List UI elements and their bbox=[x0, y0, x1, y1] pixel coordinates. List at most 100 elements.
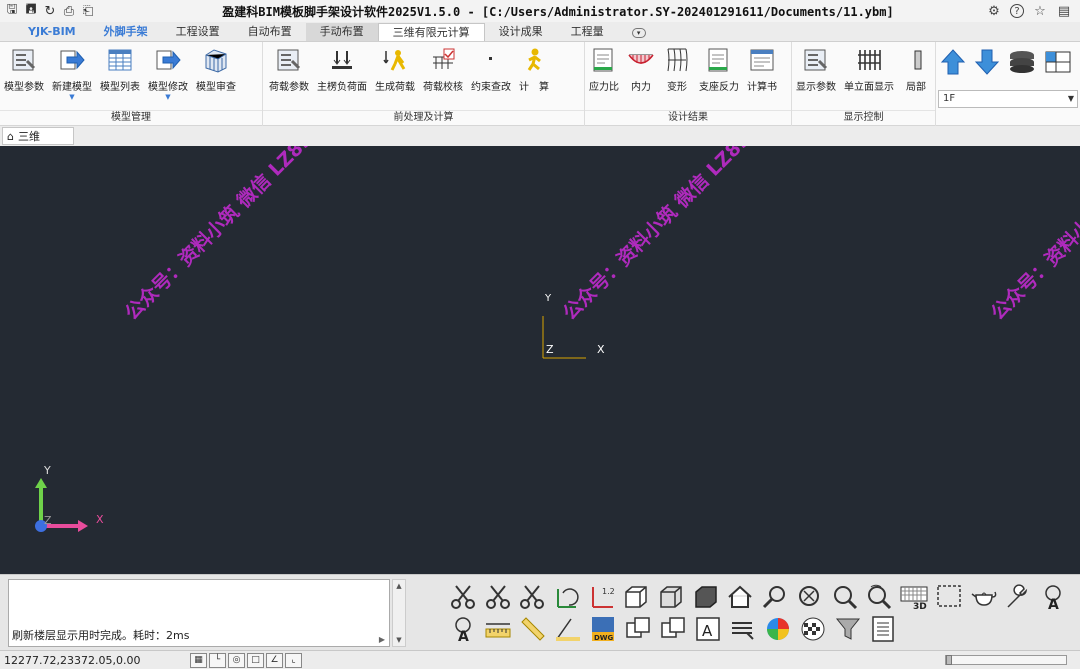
solid-cube-icon[interactable] bbox=[691, 582, 721, 612]
model-review-button[interactable]: 模型审查 bbox=[192, 46, 240, 93]
home-icon[interactable] bbox=[726, 582, 756, 612]
angle-icon[interactable] bbox=[553, 614, 583, 644]
zoom-slider[interactable] bbox=[945, 655, 1067, 665]
internal-force-button[interactable]: 内力 bbox=[623, 46, 659, 93]
refresh-icon[interactable]: ↻ bbox=[42, 3, 58, 19]
ruler-icon[interactable] bbox=[518, 614, 548, 644]
tab-design-results[interactable]: 设计成果 bbox=[485, 23, 557, 41]
tab-outer-scaffold[interactable]: 外脚手架 bbox=[90, 23, 162, 41]
all-floors-icon[interactable] bbox=[1008, 48, 1036, 79]
zoom-rect-icon[interactable] bbox=[760, 582, 790, 612]
list-icon[interactable] bbox=[868, 614, 898, 644]
print-icon[interactable]: ⎙ bbox=[61, 3, 77, 19]
help-icon[interactable]: ? bbox=[1010, 4, 1024, 18]
grid-toggle-icon[interactable]: ▦ bbox=[190, 652, 207, 668]
save-icon[interactable]: 🖫 bbox=[4, 2, 20, 19]
reaction-icon bbox=[705, 46, 733, 74]
load-surface-button[interactable]: 主楞负荷面 bbox=[313, 46, 371, 93]
scroll-right-icon[interactable]: ▶ bbox=[379, 635, 385, 644]
text-a-icon[interactable]: A bbox=[1038, 582, 1068, 612]
measure-icon[interactable] bbox=[483, 614, 513, 644]
constraint-button[interactable]: 约束查改 bbox=[467, 46, 515, 93]
track-toggle-icon[interactable]: ⌞ bbox=[285, 652, 302, 668]
calculate-button[interactable]: 计 算 bbox=[515, 46, 553, 93]
text-frame-icon[interactable]: A bbox=[693, 614, 723, 644]
group-model-management: 模型参数 新建模型 ▼ 模型列表 模型修改 ▼ 模型审查 模型管理 bbox=[0, 42, 263, 126]
model-list-button[interactable]: 模型列表 bbox=[96, 46, 144, 93]
polar-toggle-icon[interactable]: ∠ bbox=[266, 652, 283, 668]
ortho-toggle-icon[interactable]: └ bbox=[209, 652, 226, 668]
dwg-icon[interactable]: DWG bbox=[588, 614, 618, 644]
teapot-icon[interactable] bbox=[969, 582, 999, 612]
scroll-down-icon[interactable]: ▼ bbox=[393, 636, 405, 644]
snap-toggle-icon[interactable]: ◎ bbox=[228, 652, 245, 668]
generate-load-button[interactable]: 生成荷载 bbox=[371, 46, 419, 93]
tab-auto-layout[interactable]: 自动布置 bbox=[234, 23, 306, 41]
console-output[interactable]: 刷新楼层显示用时完成。耗时：2ms ◀ ▶ bbox=[8, 579, 390, 647]
save-as-icon[interactable]: 🖪 bbox=[23, 2, 39, 19]
view-tab-3d[interactable]: ⌂ 三维 bbox=[2, 127, 74, 145]
wrench-icon[interactable] bbox=[1004, 582, 1034, 612]
split-view-icon[interactable] bbox=[1044, 48, 1072, 79]
new-model-label: 新建模型 bbox=[52, 82, 92, 93]
print-preview-icon[interactable]: ⎗ bbox=[80, 3, 96, 19]
axis-icon[interactable]: 1.2 bbox=[587, 582, 617, 612]
console-scrollbar[interactable]: ▲ ▼ bbox=[392, 579, 406, 647]
zoom-prev-icon[interactable] bbox=[864, 582, 894, 612]
model-edit-button[interactable]: 模型修改 ▼ bbox=[144, 46, 192, 101]
elevation-button[interactable]: 单立面显示 bbox=[840, 46, 898, 93]
model-canvas[interactable]: 公众号：资料小筑 微信 LZ89016 公众号：资料小筑 微信 LZ89016 … bbox=[0, 146, 1080, 574]
cube-icon[interactable] bbox=[656, 582, 686, 612]
tab-3d-fem[interactable]: 三维有限元计算 bbox=[377, 22, 485, 41]
svg-text:A: A bbox=[458, 629, 469, 643]
display-params-button[interactable]: 显示参数 bbox=[792, 46, 840, 93]
star-icon[interactable]: ☆ bbox=[1032, 3, 1048, 19]
floor-select[interactable]: 1F ▼ bbox=[938, 90, 1078, 108]
local-button[interactable]: 局部 bbox=[898, 46, 934, 93]
panel-icon[interactable]: ▤ bbox=[1056, 3, 1072, 19]
zoom-fit-icon[interactable] bbox=[795, 582, 825, 612]
scissors-icon[interactable] bbox=[448, 582, 478, 612]
tab-project-settings[interactable]: 工程设置 bbox=[162, 23, 234, 41]
tab-yjk-bim[interactable]: YJK-BIM bbox=[14, 23, 90, 41]
rotate-view-icon[interactable] bbox=[552, 582, 582, 612]
slider-handle[interactable] bbox=[946, 655, 952, 665]
color-icon[interactable] bbox=[763, 614, 793, 644]
stress-ratio-button[interactable]: 应力比 bbox=[585, 46, 623, 93]
ribbon-collapse-button[interactable]: ▾ bbox=[618, 23, 660, 41]
3d-view-icon[interactable]: 3D bbox=[899, 582, 929, 612]
tab-manual-layout[interactable]: 手动布置 bbox=[305, 22, 378, 41]
copy-icon[interactable] bbox=[658, 614, 688, 644]
export-icon[interactable] bbox=[623, 614, 653, 644]
trim-icon[interactable] bbox=[517, 582, 547, 612]
layers-icon[interactable] bbox=[728, 614, 758, 644]
box-icon[interactable] bbox=[622, 582, 652, 612]
model-params-button[interactable]: 模型参数 bbox=[0, 46, 48, 93]
load-surface-label: 主楞负荷面 bbox=[317, 82, 367, 93]
floor-up-icon[interactable] bbox=[940, 48, 966, 79]
deformation-button[interactable]: 变形 bbox=[659, 46, 695, 93]
calculate-icon bbox=[520, 46, 548, 74]
scroll-up-icon[interactable]: ▲ bbox=[393, 582, 405, 590]
chevron-down-icon[interactable]: ▼ bbox=[69, 93, 74, 101]
reaction-button[interactable]: 支座反力 bbox=[695, 46, 743, 93]
settings-icon[interactable]: ⚙ bbox=[986, 3, 1002, 19]
text-b-icon[interactable]: A bbox=[448, 614, 478, 644]
checker-icon[interactable] bbox=[798, 614, 828, 644]
report-button[interactable]: 计算书 bbox=[743, 46, 781, 93]
toolbar-row-2: A DWG A bbox=[448, 613, 1068, 645]
select-icon[interactable] bbox=[934, 582, 964, 612]
load-params-button[interactable]: 荷载参数 bbox=[265, 46, 313, 93]
model-params-icon bbox=[10, 46, 38, 74]
zoom-icon[interactable] bbox=[830, 582, 860, 612]
load-check-button[interactable]: 荷载校核 bbox=[419, 46, 467, 93]
filter-icon[interactable] bbox=[833, 614, 863, 644]
tab-quantity[interactable]: 工程量 bbox=[557, 23, 618, 41]
frame-toggle-icon[interactable]: □ bbox=[247, 652, 264, 668]
chevron-down-icon[interactable]: ▼ bbox=[165, 93, 170, 101]
model-review-label: 模型审查 bbox=[196, 82, 236, 93]
floor-down-icon[interactable] bbox=[974, 48, 1000, 79]
cut-icon[interactable] bbox=[483, 582, 513, 612]
new-model-button[interactable]: 新建模型 ▼ bbox=[48, 46, 96, 101]
svg-text:A: A bbox=[702, 622, 713, 640]
